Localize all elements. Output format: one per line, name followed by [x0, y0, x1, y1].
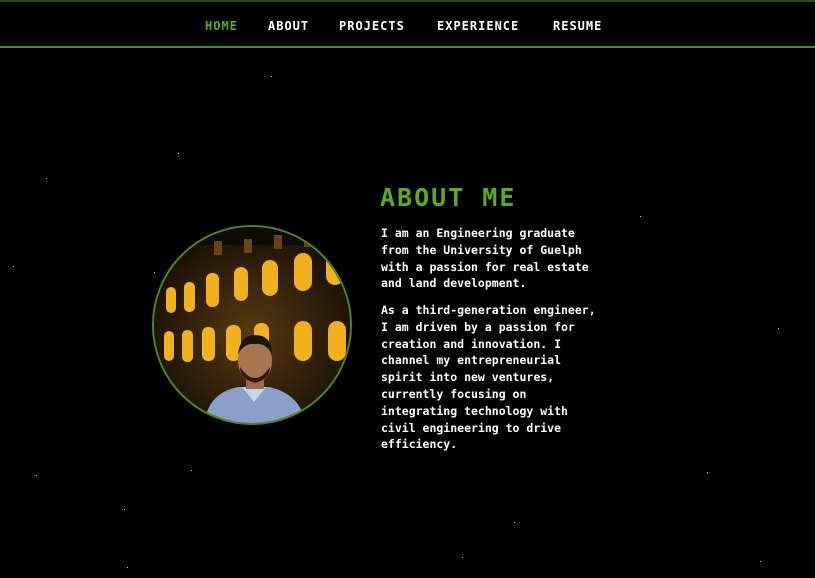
nav-home[interactable]: HOME — [205, 19, 238, 33]
nav-about[interactable]: ABOUT — [268, 19, 309, 33]
nav-projects[interactable]: PROJECTS — [339, 19, 405, 33]
about-paragraph-2: As a third-generation engineer, I am dri… — [381, 303, 596, 452]
colosseum-photo-icon — [154, 227, 350, 423]
nav-resume[interactable]: RESUME — [553, 19, 602, 33]
top-navbar: HOME ABOUT PROJECTS EXPERIENCE RESUME — [0, 0, 815, 48]
about-heading: ABOUT ME — [380, 183, 517, 212]
profile-photo — [152, 225, 352, 425]
about-paragraph-1: I am an Engineering graduate from the Un… — [381, 226, 589, 291]
nav-experience[interactable]: EXPERIENCE — [437, 19, 519, 33]
